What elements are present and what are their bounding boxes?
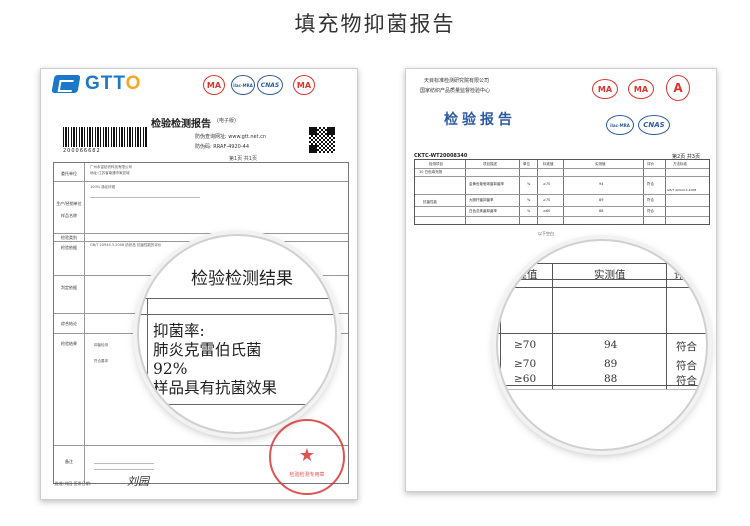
cal-cert-icon: A: [666, 75, 690, 101]
sample-text: 100% 涤纶纤维: [90, 185, 116, 189]
left-magnifier: 检验检测结果 抑菌率: 肺炎克雷伯氏菌 92% 样品具有抗菌效果: [137, 234, 337, 434]
td-val-1: 89: [599, 198, 604, 202]
report-title: 检验检测报告: [151, 119, 211, 130]
right-report-sheet: 天目标准检测研究院有限公司 国家纺织产品质量监督检验中心 MA MA A ila…: [405, 68, 717, 492]
mag-th-eval: 评价: [674, 269, 695, 281]
mag-line-3: 92%: [153, 360, 188, 378]
cma-cert-icon: MA: [203, 75, 225, 95]
td-eval-0: 符合: [647, 182, 654, 186]
report-title-sub: (电子版): [217, 118, 236, 124]
ilac-cert-icon-r: ilac-MRA: [606, 115, 634, 135]
mag-line-2: 肺炎克雷伯氏菌: [153, 341, 262, 359]
mag-th-std: 标准值: [506, 269, 538, 281]
first-row-label: 10 白色填充物: [419, 170, 443, 174]
th-val: 实测值: [595, 162, 606, 166]
right-report-title: 检验报告: [444, 112, 516, 128]
magnified-result-body: 抑菌率: 肺炎克雷伯氏菌 92% 样品具有抗菌效果: [153, 322, 277, 398]
result-table: 检测项目 项目描述 单位 标准值 实测值 评价 方法标准 10 白色填充物 抗菌…: [414, 159, 710, 225]
barcode-number: 200066682: [63, 148, 101, 154]
stamp-text: 检验检测专用章: [289, 472, 325, 478]
cnas-cert-icon: CNAS: [257, 75, 283, 95]
official-stamp: ★ 检验检测专用章: [269, 419, 345, 495]
mag-std-1: ≥70: [514, 358, 537, 370]
report-footer: 批准:刘园 签发日期:: [55, 481, 91, 486]
gtt-brand-text: GTTO: [85, 73, 142, 94]
label-result: 检验结果: [61, 341, 77, 346]
label-conclusion: 综合结论: [61, 321, 77, 326]
address-text: 地址:江苏省南通市家纺城: [90, 171, 130, 175]
td-desc-1: 大肠杆菌抑菌率: [469, 198, 494, 202]
cma-cert-icon-r2: MA: [628, 79, 654, 99]
label-remarks: 备注: [65, 459, 73, 464]
cma-cert-icon-2: MA: [293, 75, 315, 95]
ilac-cert-icon: ilac-MRA: [231, 75, 255, 95]
th-desc: 项目描述: [483, 162, 497, 166]
td-unit-0: %: [527, 182, 531, 186]
gtt-logo-icon: [51, 75, 81, 93]
th-method: 方法标准: [673, 162, 687, 166]
left-report-sheet: GTTO MA ilac-MRA CNAS MA 200066682 检验检测报…: [40, 68, 358, 500]
td-desc-0: 金黄色葡萄球菌抑菌率: [469, 182, 504, 186]
client-text: 广州永富纺织科技有限公司: [90, 165, 132, 169]
label-client: 委托单位: [61, 171, 77, 176]
cnas-cert-icon-r: CNAS: [638, 115, 670, 135]
institute-name: 天目标准检测研究院有限公司: [424, 78, 490, 84]
barcode-icon: [63, 127, 147, 147]
td-std-0: ≥70: [543, 182, 551, 186]
label-basis: 检验依据: [61, 245, 77, 250]
label-producer: 生产/经销单位: [56, 201, 82, 206]
th-eval: 评价: [647, 162, 654, 166]
mag-th-val: 实测值: [594, 269, 626, 281]
th-unit: 单位: [523, 162, 530, 166]
mag-val-1: 89: [604, 358, 618, 370]
conclusion-text: 符合要求: [94, 359, 108, 363]
page-title: 填充物抑菌报告: [294, 12, 456, 36]
signature-text: 刘园: [127, 475, 149, 488]
td-unit-1: %: [527, 198, 531, 202]
center-name: 国家纺织产品质量监督检验中心: [420, 88, 491, 94]
report-meta-code: 防伪码: RRAF-4920-44: [195, 144, 250, 150]
cma-cert-icon-r1: MA: [592, 79, 618, 99]
report-meta-url: 防伪查询网址: www.gtt.net.cn: [195, 134, 267, 140]
label-judgement: 判定依据: [61, 285, 77, 290]
mag-eval-2: 符合: [676, 375, 697, 387]
mag-eval-1: 符合: [676, 360, 697, 372]
page-indicator: 第1页 共1页: [229, 156, 257, 162]
blank-caption: 以下空白: [538, 231, 554, 236]
mag-std-0: ≥70: [514, 339, 537, 351]
td-desc-2: 白色念珠菌抑菌率: [469, 209, 497, 213]
td-eval-1: 符合: [647, 198, 654, 202]
td-std-2: ≥60: [543, 209, 551, 213]
magnified-result-heading: 检验检测结果: [191, 269, 293, 289]
mag-val-0: 94: [604, 339, 618, 351]
mag-eval-0: 符合: [676, 341, 697, 353]
mag-line-4: 样品具有抗菌效果: [153, 379, 278, 397]
th-item: 检测项目: [429, 162, 443, 166]
standard-text: GB/T 20944.3-2008 纺织品 抗菌性能的评价: [90, 243, 162, 247]
mag-line-1: 抑菌率:: [153, 322, 205, 340]
label-sample: 样品名称: [61, 213, 77, 218]
td-method: GB/T 20944.3-2008: [667, 188, 697, 192]
result-text: 抑菌检测: [94, 343, 108, 347]
mag-val-2: 88: [604, 373, 618, 385]
td-item-0: 抗菌性能: [423, 200, 437, 204]
td-val-2: 88: [599, 209, 604, 213]
td-unit-2: %: [527, 209, 531, 213]
right-magnifier: 标准值 实测值 评价 ≥70 94 符合 ≥70 89 符合 ≥60 88 符合: [496, 239, 708, 451]
star-icon: ★: [298, 445, 316, 466]
mag-std-2: ≥60: [514, 373, 537, 385]
td-std-1: ≥70: [543, 198, 551, 202]
qr-code-icon: [309, 127, 335, 153]
td-eval-2: 符合: [647, 209, 654, 213]
th-std: 标准值: [543, 162, 554, 166]
td-val-0: 94: [599, 182, 604, 186]
